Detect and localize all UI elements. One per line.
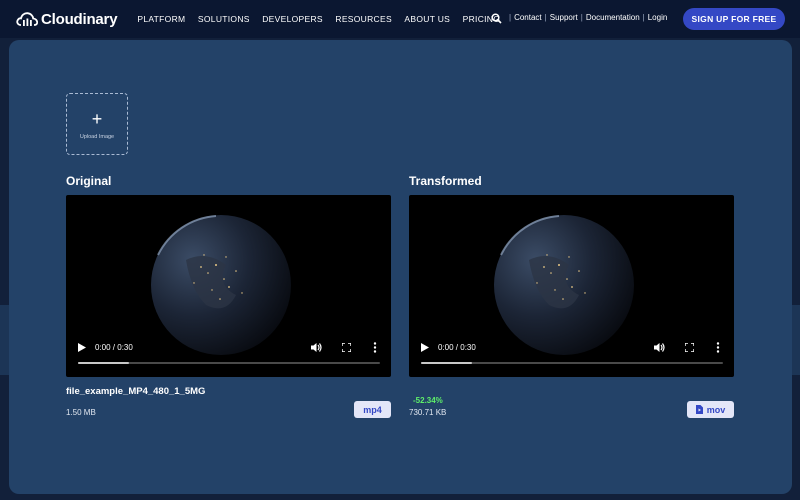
video-progress-bar[interactable] <box>78 362 380 364</box>
menu-developers[interactable]: DEVELOPERS <box>262 14 323 24</box>
fullscreen-icon[interactable] <box>342 343 351 352</box>
support-link[interactable]: Support <box>550 13 578 22</box>
separator: | <box>580 13 583 22</box>
login-link[interactable]: Login <box>648 13 668 22</box>
original-title: Original <box>66 174 112 188</box>
video-progress-bar[interactable] <box>421 362 723 364</box>
upload-label: Upload Image <box>79 134 115 140</box>
more-options-icon[interactable] <box>716 342 720 353</box>
format-label: mp4 <box>363 404 382 415</box>
more-options-icon[interactable] <box>373 342 377 353</box>
menu-about-us[interactable]: ABOUT US <box>404 14 450 24</box>
plus-icon: + <box>91 109 103 129</box>
menu-platform[interactable]: PLATFORM <box>137 14 185 24</box>
separator: | <box>509 13 512 22</box>
transformed-title: Transformed <box>409 174 482 188</box>
menu-solutions[interactable]: SOLUTIONS <box>198 14 250 24</box>
cloud-logo-icon <box>16 12 38 26</box>
upload-image-button[interactable]: + Upload Image <box>66 93 128 155</box>
volume-icon[interactable] <box>654 342 665 353</box>
transformed-video-player[interactable]: 0:00 / 0:30 <box>409 195 734 377</box>
logo-text: Cloudinary <box>41 10 118 28</box>
fullscreen-icon[interactable] <box>685 343 694 352</box>
documentation-link[interactable]: Documentation <box>586 13 640 22</box>
play-icon[interactable] <box>78 343 86 352</box>
original-format-badge: mp4 <box>354 401 391 418</box>
separator: | <box>544 13 547 22</box>
signup-button[interactable]: SIGN UP FOR FREE <box>683 8 785 30</box>
cloudinary-logo[interactable]: Cloudinary <box>16 10 118 28</box>
original-file-name: file_example_MP4_480_1_5MG <box>66 386 206 397</box>
video-controls: 0:00 / 0:30 <box>409 335 734 377</box>
original-file-size: 1.50 MB <box>66 408 96 417</box>
play-icon[interactable] <box>421 343 429 352</box>
contact-link[interactable]: Contact <box>514 13 542 22</box>
original-video-player[interactable]: 0:00 / 0:30 <box>66 195 391 377</box>
video-controls: 0:00 / 0:30 <box>66 335 391 377</box>
volume-icon[interactable] <box>311 342 322 353</box>
main-menu: PLATFORM SOLUTIONS DEVELOPERS RESOURCES … <box>137 14 512 24</box>
video-time: 0:00 / 0:30 <box>438 343 476 352</box>
transformed-file-size: 730.71 KB <box>409 408 447 417</box>
format-label: mov <box>706 404 726 415</box>
video-progress-fill <box>421 362 473 364</box>
menu-resources[interactable]: RESOURCES <box>335 14 392 24</box>
video-time: 0:00 / 0:30 <box>95 343 133 352</box>
search-icon[interactable] <box>491 13 502 24</box>
transformed-format-badge: mov <box>687 401 734 418</box>
separator: | <box>642 13 645 22</box>
size-change-percent: -52.34% <box>413 396 443 405</box>
top-navigation: Cloudinary PLATFORM SOLUTIONS DEVELOPERS… <box>0 0 800 38</box>
video-progress-fill <box>78 362 130 364</box>
video-file-icon <box>695 405 703 414</box>
utility-links: | Contact | Support | Documentation | Lo… <box>506 13 667 22</box>
